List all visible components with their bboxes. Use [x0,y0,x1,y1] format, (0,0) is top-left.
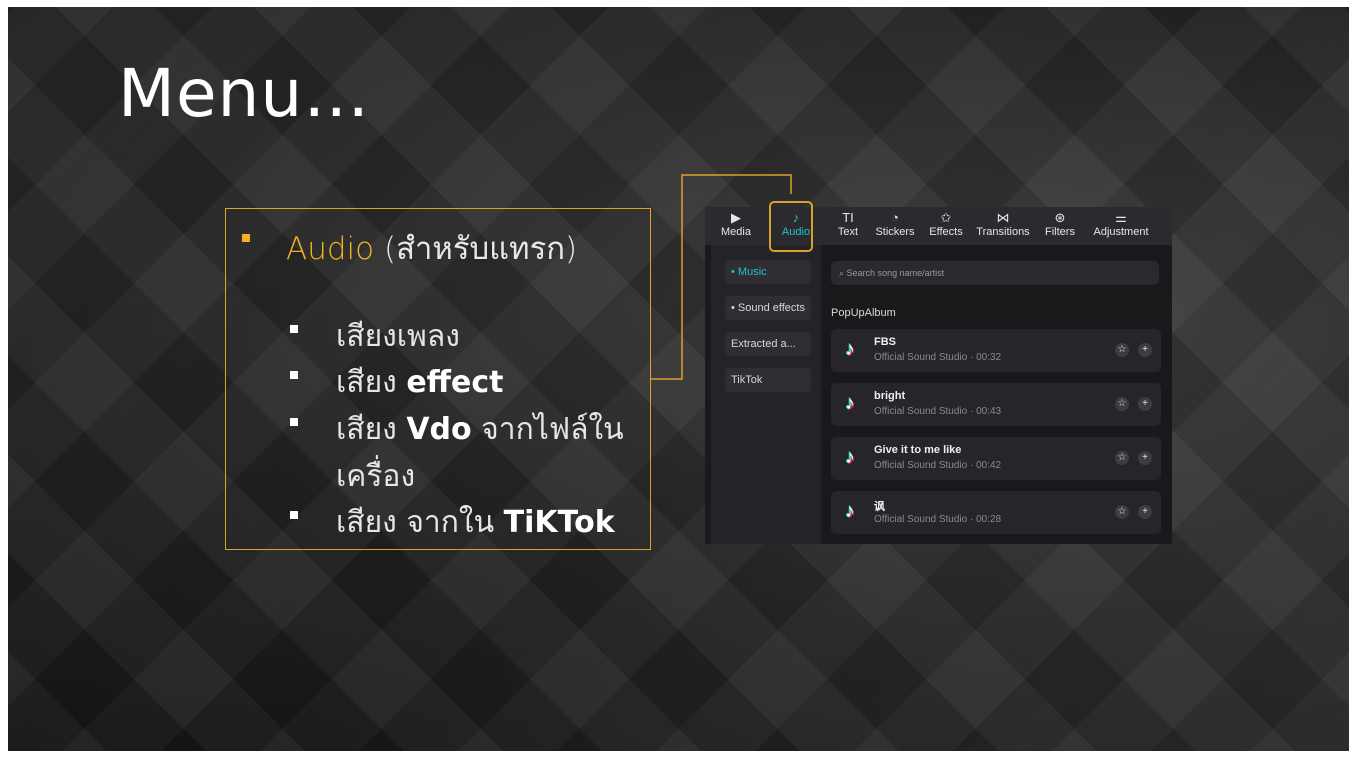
media-icon: ▶ [731,210,741,225]
track-name: bright [874,390,906,402]
track-item[interactable]: ♪ bright Official Sound Studio · 00:43 ☆… [831,383,1161,426]
sub-bullet-continuation: เครื่อง [336,453,415,500]
track-item[interactable]: ♪ 讽 Official Sound Studio · 00:28 ☆ + [831,491,1161,534]
sub-bullet-icon [290,511,298,519]
add-icon[interactable]: + [1138,451,1152,465]
bullet-box: Audio (สำหรับแทรก) เสียงเพลง เสียง effec… [225,208,651,550]
track-meta: Official Sound Studio · 00:43 [874,406,1002,417]
track-meta: Official Sound Studio · 00:28 [874,514,1002,525]
sub-bullet-icon [290,371,298,379]
transitions-icon: ⋈ [996,210,1010,225]
sub-bullet-text: เสียงเพลง [336,319,460,354]
favorite-icon[interactable]: ☆ [1115,451,1129,465]
favorite-icon[interactable]: ☆ [1115,505,1129,519]
tab-label: Media [721,226,751,238]
track-name: 讽 [874,501,885,513]
tab-transitions[interactable]: ⋈ Transitions [973,210,1033,239]
sub-bullet-text: เครื่อง [336,459,416,494]
tab-label: Adjustment [1093,226,1149,238]
effects-icon: ✩ [940,210,952,225]
tiktok-icon: ♪ [845,501,855,522]
search-placeholder: Search song name/artist [846,268,945,278]
tiktok-icon: ♪ [845,339,855,360]
sidebar-item-tiktok[interactable]: TikTok [725,368,811,392]
tab-label: Stickers [875,226,915,238]
app-screenshot: ▶ Media ♪ Audio TI Text ◔ Stickers ✩ Eff… [705,207,1172,544]
track-item[interactable]: ♪ Give it to me like Official Sound Stud… [831,437,1161,480]
track-name: FBS [874,336,896,348]
sub-bullet-text: เสียง จากใน [336,505,504,540]
sub-bullet-text: เสียง [336,365,407,400]
main-bullet-icon [242,234,250,242]
sub-bullet: เสียงเพลง [336,313,460,360]
sub-bullet: เสียง Vdo จากไฟล์ใน [336,406,624,453]
sidebar-item-sound-effects[interactable]: • Sound effects [725,296,811,320]
tab-label: Text [837,226,859,238]
tab-label: Effects [929,226,963,238]
tab-label: Transitions [976,226,1030,238]
add-icon[interactable]: + [1138,343,1152,357]
sidebar-item-extracted-audio[interactable]: Extracted a... [725,332,811,356]
main-bullet-rest: (สำหรับแทรก) [374,231,578,267]
section-title: PopUpAlbum [831,307,896,319]
sub-bullet-text-after: จากไฟล์ใน [471,412,624,447]
tiktok-icon: ♪ [845,447,855,468]
favorite-icon[interactable]: ☆ [1115,343,1129,357]
tab-text[interactable]: TI Text [830,210,866,239]
main-bullet: Audio (สำหรับแทรก) [286,223,577,273]
track-item[interactable]: ♪ FBS Official Sound Studio · 00:32 ☆ + [831,329,1161,372]
sub-bullet-bold: effect [406,365,504,400]
sidebar-item-music[interactable]: • Music [725,260,811,284]
slide: Menu… Audio (สำหรับแทรก) เสียงเพลง เสียง… [8,7,1349,751]
sidebar: • Music • Sound effects Extracted a... T… [711,245,821,544]
sub-bullet-icon [290,418,298,426]
audio-tab-highlight [769,201,813,252]
stickers-icon: ◔ [891,210,899,225]
add-icon[interactable]: + [1138,505,1152,519]
tiktok-icon: ♪ [845,393,855,414]
tab-label: Filters [1045,226,1075,238]
tab-stickers[interactable]: ◔ Stickers [871,210,919,239]
favorite-icon[interactable]: ☆ [1115,397,1129,411]
tab-effects[interactable]: ✩ Effects [925,210,967,239]
filters-icon: ⊛ [1054,210,1066,225]
track-meta: Official Sound Studio · 00:32 [874,352,1002,363]
search-input[interactable]: ⌕ Search song name/artist [831,261,1159,285]
search-icon: ⌕ [839,268,847,278]
sub-bullet: เสียง effect [336,359,503,406]
tab-media[interactable]: ▶ Media [717,210,755,239]
sub-bullet-text: เสียง [336,412,407,447]
slide-title: Menu… [118,55,371,132]
add-icon[interactable]: + [1138,397,1152,411]
track-meta: Official Sound Studio · 00:42 [874,460,1002,471]
tab-filters[interactable]: ⊛ Filters [1041,210,1079,239]
sub-bullet: เสียง จากใน TiKTok [336,499,615,546]
adjustment-icon: ⚌ [1115,210,1127,225]
main-bullet-highlight: Audio [286,231,375,267]
audio-library: ⌕ Search song name/artist PopUpAlbum ♪ F… [821,245,1172,544]
sub-bullet-bold: TiKTok [503,505,615,540]
sub-bullet-bold: Vdo [406,412,472,447]
sub-bullet-icon [290,325,298,333]
track-name: Give it to me like [874,444,962,456]
text-icon: TI [842,210,854,225]
tab-adjustment[interactable]: ⚌ Adjustment [1088,210,1154,239]
